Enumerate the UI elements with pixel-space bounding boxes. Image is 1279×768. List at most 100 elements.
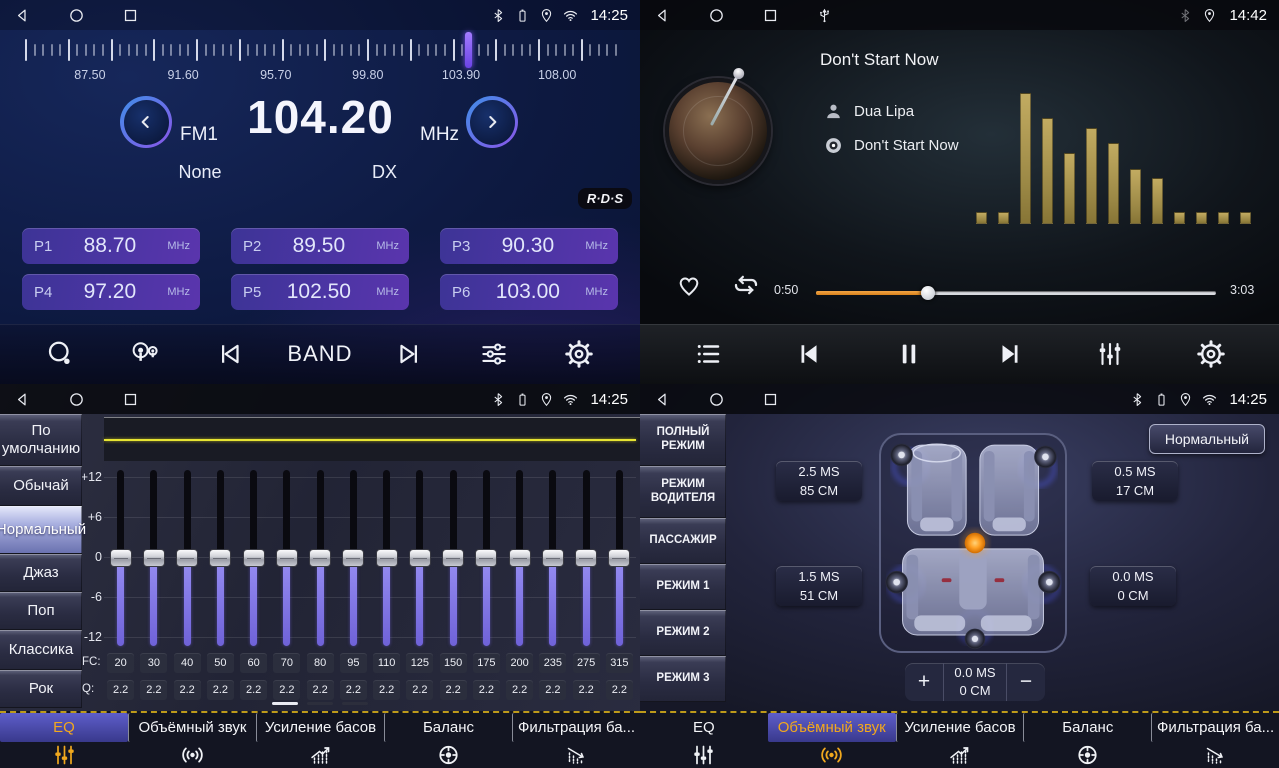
eq-band-slider-315[interactable] [603,468,636,650]
eq-preset-1[interactable]: По умолчанию [0,414,82,466]
slider-thumb[interactable] [276,549,298,567]
slider-thumb[interactable] [475,549,497,567]
tab-balance[interactable]: Баланс [384,713,512,768]
q-value[interactable]: 2.2 [240,680,267,700]
back-button[interactable] [12,389,32,409]
fc-value[interactable]: 110 [373,653,400,673]
eq-preset-3[interactable]: Нормальный [0,506,82,554]
slider-thumb[interactable] [143,549,165,567]
eq-band-slider-40[interactable] [171,468,204,650]
recents-button[interactable] [760,5,780,25]
slider-thumb[interactable] [176,549,198,567]
q-value[interactable]: 2.2 [506,680,533,700]
slider-thumb[interactable] [243,549,265,567]
recents-button[interactable] [120,5,140,25]
preset-button-3[interactable]: P3 90.30 MHz [440,228,618,264]
fc-value[interactable]: 40 [174,653,201,673]
fc-value[interactable]: 125 [406,653,433,673]
home-button[interactable] [66,5,86,25]
back-button[interactable] [12,5,32,25]
delay-front-left[interactable]: 2.5 MS 85 CM [776,461,862,501]
tab-crossover-filter[interactable]: Фильтрация ба... [1151,713,1279,768]
eq-band-slider-110[interactable] [370,468,403,650]
mode-3[interactable]: ПАССАЖИР [640,518,726,564]
q-value[interactable]: 2.2 [373,680,400,700]
broadcast-icon[interactable] [117,332,173,376]
recents-button[interactable] [120,389,140,409]
seek-bar[interactable] [816,286,1216,300]
dial-pointer[interactable] [465,32,472,68]
eq-band-slider-80[interactable] [304,468,337,650]
delay-rear-right[interactable]: 0.0 MS 0 CM [1090,566,1176,606]
eq-preset-6[interactable]: Классика [0,630,82,670]
q-value[interactable]: 2.2 [207,680,234,700]
q-value[interactable]: 2.2 [340,680,367,700]
eq-band-slider-95[interactable] [337,468,370,650]
next-track-icon[interactable] [982,332,1038,376]
mode-1[interactable]: ПОЛНЫЙ РЕЖИМ [640,414,726,466]
q-value[interactable]: 2.2 [406,680,433,700]
q-value[interactable]: 2.2 [140,680,167,700]
fc-value[interactable]: 175 [473,653,500,673]
fc-value[interactable]: 150 [440,653,467,673]
eq-band-slider-235[interactable] [536,468,569,650]
tune-down-button[interactable] [120,96,172,148]
fc-value[interactable]: 315 [606,653,633,673]
fc-value[interactable]: 20 [107,653,134,673]
seek-thumb[interactable] [921,286,935,300]
q-value[interactable]: 2.2 [573,680,600,700]
q-value[interactable]: 2.2 [307,680,334,700]
next-icon[interactable] [381,332,437,376]
tab-crossover-filter[interactable]: Фильтрация ба... [512,713,640,768]
repeat-icon[interactable] [730,270,762,300]
eq-band-slider-175[interactable] [470,468,503,650]
eq-preset-2[interactable]: Обычай [0,466,82,506]
tab-bass-boost[interactable]: Усиление басов [256,713,384,768]
mode-2[interactable]: РЕЖИМ ВОДИТЕЛЯ [640,466,726,518]
album-art[interactable] [665,78,771,184]
eq-band-slider-125[interactable] [403,468,436,650]
pause-icon[interactable] [881,332,937,376]
slider-thumb[interactable] [209,549,231,567]
delay-rear-left[interactable]: 1.5 MS 51 CM [776,566,862,606]
preset-button-2[interactable]: P2 89.50 MHz [231,228,409,264]
eq-band-slider-60[interactable] [237,468,270,650]
tab-balance[interactable]: Баланс [1023,713,1151,768]
slider-thumb[interactable] [442,549,464,567]
fc-value[interactable]: 200 [506,653,533,673]
mode-4[interactable]: РЕЖИМ 1 [640,564,726,610]
q-value[interactable]: 2.2 [606,680,633,700]
back-button[interactable] [652,5,672,25]
preset-button-4[interactable]: P4 97.20 MHz [22,274,200,310]
home-button[interactable] [706,5,726,25]
fc-value[interactable]: 70 [273,653,300,673]
cabin-seat-map[interactable] [879,433,1067,653]
eq-preset-7[interactable]: Рок [0,670,82,708]
q-value[interactable]: 2.2 [539,680,566,700]
q-value[interactable]: 2.2 [107,680,134,700]
mixer-icon[interactable] [1082,332,1138,376]
settings-gear-icon[interactable] [551,332,607,376]
slider-thumb[interactable] [542,549,564,567]
fc-value[interactable]: 30 [140,653,167,673]
eq-band-slider-70[interactable] [270,468,303,650]
preset-button-5[interactable]: P5 102.50 MHz [231,274,409,310]
preset-button-6[interactable]: P6 103.00 MHz [440,274,618,310]
slider-thumb[interactable] [509,549,531,567]
tab-eq-sliders[interactable]: EQ [640,713,768,768]
scan-icon[interactable] [32,332,88,376]
preset-button-1[interactable]: P1 88.70 MHz [22,228,200,264]
fc-value[interactable]: 95 [340,653,367,673]
slider-thumb[interactable] [376,549,398,567]
home-button[interactable] [66,389,86,409]
eq-band-slider-50[interactable] [204,468,237,650]
tab-surround-sound[interactable]: Объёмный звук [768,713,896,768]
q-value[interactable]: 2.2 [440,680,467,700]
mode-5[interactable]: РЕЖИМ 2 [640,610,726,656]
fc-value[interactable]: 60 [240,653,267,673]
slider-thumb[interactable] [342,549,364,567]
eq-adjust-icon[interactable] [466,332,522,376]
eq-band-slider-30[interactable] [137,468,170,650]
prev-track-icon[interactable] [781,332,837,376]
eq-preset-5[interactable]: Поп [0,592,82,630]
